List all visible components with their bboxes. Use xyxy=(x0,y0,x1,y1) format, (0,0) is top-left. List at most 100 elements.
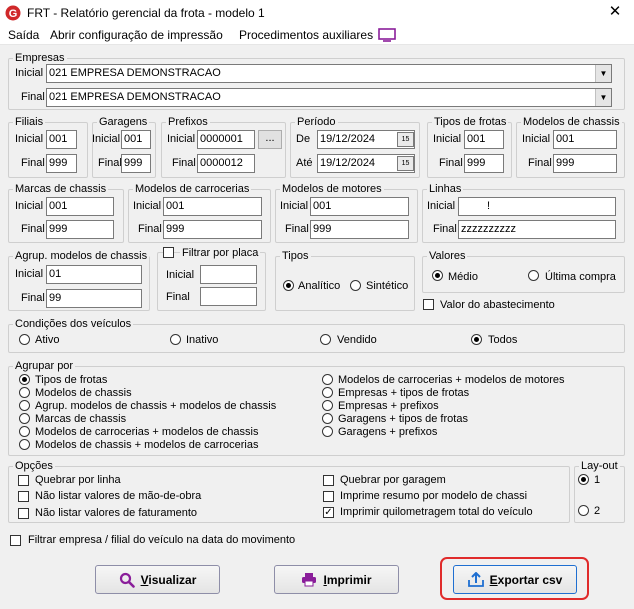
agrupar-left-radio-2[interactable] xyxy=(19,400,30,411)
agrupar-left-radio-4[interactable] xyxy=(19,426,30,437)
agrupar-right-radio-0[interactable] xyxy=(322,374,333,385)
visualizar-button[interactable]: Visualizar xyxy=(95,565,220,594)
empresas-inicial-label: Inicial xyxy=(15,67,44,79)
linhas-final-label: Final xyxy=(433,223,457,235)
agrupar-right-radio-4[interactable] xyxy=(322,426,333,437)
app-logo-icon: G xyxy=(5,5,21,21)
menu-procedimentos-auxiliares[interactable]: Procedimentos auxiliares xyxy=(239,28,373,42)
condicao-vendido-radio[interactable] xyxy=(320,334,331,345)
modelo-chassis-final-input[interactable]: 999 xyxy=(553,154,617,173)
modelo-carroceria-final-input[interactable]: 999 xyxy=(163,220,262,239)
linha-final-input[interactable]: zzzzzzzzzz xyxy=(458,220,616,239)
chevron-down-icon[interactable]: ▼ xyxy=(595,89,611,106)
tipo-frota-inicial-input[interactable]: 001 xyxy=(464,130,504,149)
agrupar-left-label-4: Modelos de carrocerias + modelos de chas… xyxy=(35,426,259,438)
calendar-icon[interactable]: 15 xyxy=(397,156,414,171)
quebrar-linha-label: Quebrar por linha xyxy=(35,474,121,486)
filial-inicial-input[interactable]: 001 xyxy=(46,130,77,149)
tipos-frotas-final-label: Final xyxy=(439,157,463,169)
agrup-modelos-final-label: Final xyxy=(21,292,45,304)
layout-2-radio[interactable] xyxy=(578,505,589,516)
agrupar-left-label-3: Marcas de chassis xyxy=(35,413,127,425)
tipos-sintetico-radio[interactable] xyxy=(350,280,361,291)
valores-ultima-radio[interactable] xyxy=(528,270,539,281)
modelo-motor-inicial-input[interactable]: 001 xyxy=(310,197,409,216)
calendar-icon[interactable]: 15 xyxy=(397,132,414,147)
menu-saida[interactable]: Saída xyxy=(8,28,39,42)
filtrar-placa-checkbox[interactable] xyxy=(163,247,174,258)
prefixo-final-input[interactable]: 0000012 xyxy=(197,154,255,173)
agrupar-right-radio-1[interactable] xyxy=(322,387,333,398)
agrup-modelo-final-input[interactable]: 99 xyxy=(46,289,142,308)
quebrar-linha-checkbox[interactable] xyxy=(18,475,29,486)
imprimir-label: mprimir xyxy=(326,572,372,587)
agrupar-left-radio-0[interactable] xyxy=(19,374,30,385)
garagem-inicial-input[interactable]: 001 xyxy=(121,130,151,149)
empresa-final-combo[interactable]: 021 EMPRESA DEMONSTRACAO xyxy=(46,88,612,107)
menu-abrir-configuracao[interactable]: Abrir configuração de impressão xyxy=(50,28,223,42)
tipos-sintetico-label: Sintético xyxy=(366,280,409,292)
prefixo-inicial-input[interactable]: 0000001 xyxy=(197,130,255,149)
nao-mao-obra-checkbox[interactable] xyxy=(18,491,29,502)
condicao-ativo-label: Ativo xyxy=(35,334,60,346)
garagem-final-input[interactable]: 999 xyxy=(121,154,151,173)
nao-faturamento-label: Não listar valores de faturamento xyxy=(35,507,198,519)
prefixos-legend: Prefixos xyxy=(168,116,208,128)
opcoes-legend: Opções xyxy=(15,460,53,472)
nao-faturamento-checkbox[interactable] xyxy=(18,508,29,519)
modelos-carrocerias-inicial-label: Inicial xyxy=(133,200,162,212)
valores-medio-radio[interactable] xyxy=(432,270,443,281)
agrup-modelos-inicial-label: Inicial xyxy=(15,268,44,280)
modelo-motor-final-input[interactable]: 999 xyxy=(310,220,409,239)
tipos-frotas-legend: Tipos de frotas xyxy=(434,116,507,128)
tipo-frota-final-input[interactable]: 999 xyxy=(464,154,504,173)
marca-chassis-inicial-input[interactable]: 001 xyxy=(46,197,114,216)
modelos-chassis-inicial-label: Inicial xyxy=(522,133,551,145)
periodo-de-label: De xyxy=(296,133,311,145)
condicao-inativo-radio[interactable] xyxy=(170,334,181,345)
modelo-carroceria-inicial-input[interactable]: 001 xyxy=(163,197,262,216)
agrupar-left-radio-3[interactable] xyxy=(19,413,30,424)
close-button[interactable]: ✕ xyxy=(600,1,630,23)
monitor-icon[interactable] xyxy=(378,28,396,42)
modelo-chassis-inicial-input[interactable]: 001 xyxy=(553,130,617,149)
layout-2-label: 2 xyxy=(594,505,601,517)
quebrar-garagem-checkbox[interactable] xyxy=(323,475,334,486)
agrupar-right-label-1: Empresas + tipos de frotas xyxy=(338,387,470,399)
filtrar-empresa-label: Filtrar empresa / filial do veículo na d… xyxy=(28,534,296,546)
empresa-inicial-combo[interactable]: 021 EMPRESA DEMONSTRACAO xyxy=(46,64,612,83)
filtrar-empresa-checkbox[interactable] xyxy=(10,535,21,546)
condicao-vendido-label: Vendido xyxy=(337,334,377,346)
tipos-analitico-radio[interactable] xyxy=(283,280,294,291)
agrupar-legend: Agrupar por xyxy=(15,360,74,372)
condicao-todos-radio[interactable] xyxy=(471,334,482,345)
linha-inicial-input[interactable]: ! xyxy=(458,197,616,216)
garagens-legend: Garagens xyxy=(99,116,148,128)
placa-final-input[interactable] xyxy=(200,287,257,306)
valor-abastecimento-checkbox[interactable] xyxy=(423,299,434,310)
chevron-down-icon[interactable]: ▼ xyxy=(595,65,611,82)
prefixos-final-label: Final xyxy=(172,157,196,169)
periodo-ate-label: Até xyxy=(296,157,313,169)
agrup-modelo-inicial-input[interactable]: 01 xyxy=(46,265,142,284)
quilometragem-checkbox[interactable]: ✓ xyxy=(323,507,334,518)
agrupar-left-label-0: Tipos de frotas xyxy=(35,374,108,386)
condicao-ativo-radio[interactable] xyxy=(19,334,30,345)
filial-final-input[interactable]: 999 xyxy=(46,154,77,173)
layout-1-radio[interactable] xyxy=(578,474,589,485)
svg-text:G: G xyxy=(9,8,18,20)
agrupar-right-radio-3[interactable] xyxy=(322,413,333,424)
prefixo-lookup-button[interactable]: ... xyxy=(258,130,282,149)
marca-chassis-final-input[interactable]: 999 xyxy=(46,220,114,239)
imprimir-button[interactable]: Imprimir xyxy=(274,565,399,594)
placa-inicial-input[interactable] xyxy=(200,265,257,284)
condicoes-legend: Condições dos veículos xyxy=(15,318,132,330)
agrupar-left-radio-5[interactable] xyxy=(19,439,30,450)
agrupar-left-radio-1[interactable] xyxy=(19,387,30,398)
exportar-csv-button[interactable]: Exportar csv xyxy=(453,565,577,594)
resumo-chassi-checkbox[interactable] xyxy=(323,491,334,502)
layout-1-label: 1 xyxy=(594,474,601,486)
window-title: FRT - Relatório gerencial da frota - mod… xyxy=(27,6,265,20)
agrupar-right-radio-2[interactable] xyxy=(322,400,333,411)
marcas-chassis-inicial-label: Inicial xyxy=(15,200,44,212)
